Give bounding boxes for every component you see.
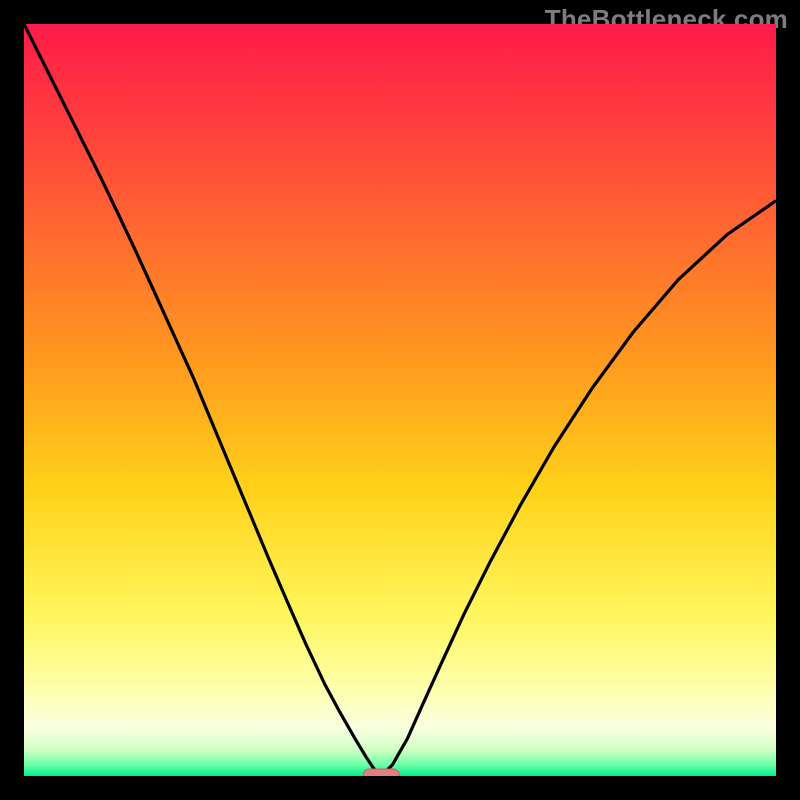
bottleneck-chart [24, 24, 776, 776]
plot-area [24, 24, 776, 776]
gradient-background [24, 24, 776, 776]
optimal-point-marker [363, 769, 399, 776]
chart-frame: TheBottleneck.com [0, 0, 800, 800]
